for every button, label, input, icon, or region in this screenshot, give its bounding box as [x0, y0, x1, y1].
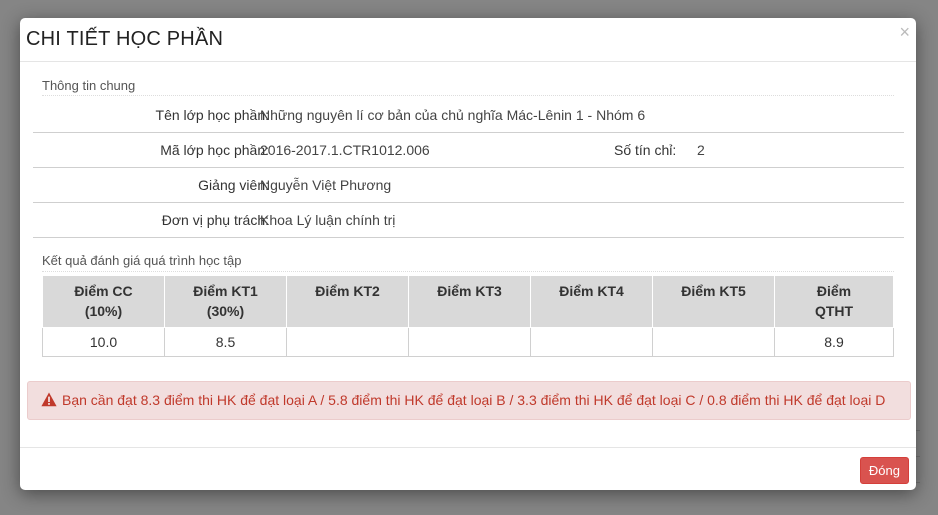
- modal-header: CHI TIẾT HỌC PHẦN ×: [20, 18, 916, 62]
- close-button[interactable]: Đóng: [859, 457, 909, 484]
- credits-label: Số tín chỉ:: [614, 142, 677, 158]
- class-name-value: Những nguyên lí cơ bản của chủ nghĩa Mác…: [260, 107, 646, 123]
- grade-kt5: [652, 327, 775, 357]
- grade-qtht: 8.9: [774, 327, 894, 357]
- grade-kt4: [530, 327, 653, 357]
- class-code-value: 2016-2017.1.CTR1012.006: [260, 142, 430, 158]
- header-kt5: Điểm KT5: [652, 275, 775, 328]
- grades-value-row: 10.0 8.5 8.9: [42, 327, 894, 357]
- header-line: Điểm KT3: [437, 283, 502, 299]
- credits-value: 2: [697, 142, 705, 158]
- class-code-label: Mã lớp học phần:: [160, 142, 269, 158]
- course-detail-modal: CHI TIẾT HỌC PHẦN × Thông tin chung Tên …: [20, 18, 916, 490]
- header-line: Điểm CC: [74, 283, 133, 299]
- header-line: Điểm KT5: [681, 283, 746, 299]
- header-cc: Điểm CC (10%): [42, 275, 165, 328]
- close-icon[interactable]: ×: [899, 22, 910, 43]
- grades-header-row: Điểm CC (10%) Điểm KT1 (30%) Điểm KT2 Điểm…: [42, 275, 894, 328]
- department-label: Đơn vị phụ trách:: [161, 212, 269, 228]
- class-name-label: Tên lớp học phần:: [155, 107, 269, 123]
- header-line: Điểm KT4: [559, 283, 624, 299]
- grade-kt3: [408, 327, 531, 357]
- results-heading: Kết quả đánh giá quá trình học tập: [42, 253, 242, 268]
- header-kt4: Điểm KT4: [530, 275, 653, 328]
- department-value: Khoa Lý luận chính trị: [260, 212, 396, 228]
- header-kt3: Điểm KT3: [408, 275, 531, 328]
- warning-triangle-icon: [41, 392, 57, 407]
- header-line: QTHT: [814, 303, 854, 319]
- divider: [42, 95, 894, 96]
- general-info-heading: Thông tin chung: [42, 78, 136, 93]
- grade-cc: 10.0: [42, 327, 165, 357]
- info-row-class-name: Tên lớp học phần: Những nguyên lí cơ bản…: [33, 98, 904, 133]
- grade-target-alert: Bạn cần đạt 8.3 điểm thi HK để đạt loại …: [27, 381, 911, 420]
- info-row-class-code: Mã lớp học phần: 2016-2017.1.CTR1012.006…: [33, 133, 904, 168]
- divider: [42, 271, 894, 272]
- alert-text: Bạn cần đạt 8.3 điểm thi HK để đạt loại …: [62, 392, 886, 408]
- header-line: (30%): [206, 303, 245, 319]
- header-line: (10%): [84, 303, 123, 319]
- header-line: Điểm KT1: [193, 283, 258, 299]
- grade-kt2: [286, 327, 409, 357]
- lecturer-value: Nguyễn Việt Phương: [260, 177, 392, 193]
- lecturer-label: Giảng viên:: [198, 177, 269, 193]
- header-qtht: Điểm QTHT: [774, 275, 894, 328]
- header-line: Điểm: [816, 283, 852, 299]
- modal-footer: Đóng: [20, 447, 916, 491]
- grades-table: Điểm CC (10%) Điểm KT1 (30%) Điểm KT2 Điểm…: [42, 275, 894, 357]
- grade-kt1: 8.5: [164, 327, 287, 357]
- info-row-department: Đơn vị phụ trách: Khoa Lý luận chính trị: [33, 203, 904, 238]
- header-kt1: Điểm KT1 (30%): [164, 275, 287, 328]
- info-row-lecturer: Giảng viên: Nguyễn Việt Phương: [33, 168, 904, 203]
- header-kt2: Điểm KT2: [286, 275, 409, 328]
- modal-title: CHI TIẾT HỌC PHẦN: [26, 28, 224, 50]
- header-line: Điểm KT2: [315, 283, 380, 299]
